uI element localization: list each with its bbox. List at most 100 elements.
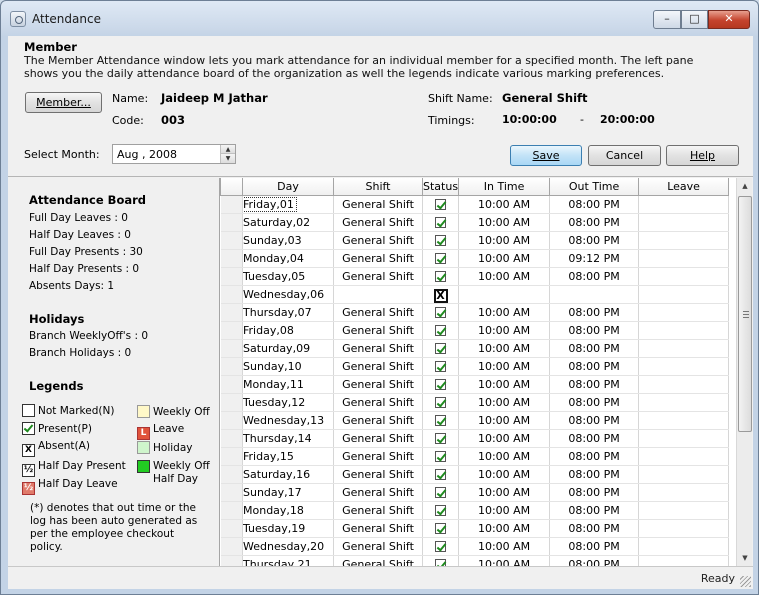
- present-checkbox[interactable]: [435, 306, 447, 318]
- row-header[interactable]: [220, 357, 243, 376]
- table-row[interactable]: Saturday,09 General Shift 10:00 AM 08:00 PM: [220, 339, 730, 358]
- day-cell[interactable]: Saturday,09: [242, 339, 334, 358]
- attendance-grid[interactable]: Day Shift Status In Time Out Time Leave …: [219, 178, 752, 567]
- shift-cell[interactable]: General Shift: [333, 195, 423, 214]
- table-row[interactable]: Sunday,17 General Shift 10:00 AM 08:00 PM: [220, 483, 730, 502]
- leave-cell[interactable]: [638, 519, 730, 538]
- leave-cell[interactable]: [638, 339, 730, 358]
- day-cell[interactable]: Monday,18: [242, 501, 334, 520]
- leave-cell[interactable]: [638, 231, 730, 250]
- leave-cell[interactable]: [638, 195, 730, 214]
- row-header[interactable]: [220, 483, 243, 502]
- status-cell[interactable]: [422, 447, 460, 466]
- out-time-cell[interactable]: 08:00 PM: [549, 321, 640, 340]
- leave-cell[interactable]: [638, 357, 730, 376]
- row-header[interactable]: [220, 249, 243, 268]
- status-cell[interactable]: [422, 519, 460, 538]
- in-time-cell[interactable]: 10:00 AM: [458, 249, 551, 268]
- status-cell[interactable]: [422, 303, 460, 322]
- day-cell[interactable]: Sunday,10: [242, 357, 334, 376]
- shift-cell[interactable]: General Shift: [333, 231, 423, 250]
- status-cell[interactable]: [422, 411, 460, 430]
- table-row[interactable]: Monday,11 General Shift 10:00 AM 08:00 PM: [220, 375, 730, 394]
- in-time-cell[interactable]: 10:00 AM: [458, 303, 551, 322]
- in-time-cell[interactable]: 10:00 AM: [458, 519, 551, 538]
- present-checkbox[interactable]: [435, 396, 447, 408]
- status-cell[interactable]: [422, 231, 460, 250]
- shift-cell[interactable]: General Shift: [333, 537, 423, 556]
- out-time-cell[interactable]: 08:00 PM: [549, 411, 640, 430]
- status-cell[interactable]: [422, 375, 460, 394]
- spin-up-icon[interactable]: ▲: [221, 145, 235, 154]
- in-time-cell[interactable]: 10:00 AM: [458, 213, 551, 232]
- table-row[interactable]: Wednesday,06 X: [220, 285, 730, 304]
- table-row[interactable]: Wednesday,20 General Shift 10:00 AM 08:00 P…: [220, 537, 730, 556]
- out-time-cell[interactable]: 08:00 PM: [549, 267, 640, 286]
- in-time-cell[interactable]: 10:00 AM: [458, 501, 551, 520]
- present-checkbox[interactable]: [435, 414, 447, 426]
- shift-cell[interactable]: General Shift: [333, 267, 423, 286]
- present-checkbox[interactable]: [435, 468, 447, 480]
- status-cell[interactable]: [422, 339, 460, 358]
- out-time-cell[interactable]: [549, 285, 640, 304]
- status-cell[interactable]: [422, 393, 460, 412]
- row-header[interactable]: [220, 285, 243, 304]
- maximize-button[interactable]: □: [681, 10, 708, 29]
- out-time-cell[interactable]: 09:12 PM: [549, 249, 640, 268]
- table-row[interactable]: Saturday,02 General Shift 10:00 AM 08:00 PM: [220, 213, 730, 232]
- leave-cell[interactable]: [638, 411, 730, 430]
- spin-down-icon[interactable]: ▼: [221, 154, 235, 163]
- shift-cell[interactable]: General Shift: [333, 411, 423, 430]
- member-button[interactable]: Member...: [25, 92, 102, 113]
- in-time-cell[interactable]: 10:00 AM: [458, 231, 551, 250]
- leave-cell[interactable]: [638, 375, 730, 394]
- row-header[interactable]: [220, 267, 243, 286]
- table-row[interactable]: Tuesday,19 General Shift 10:00 AM 08:00 PM: [220, 519, 730, 538]
- month-picker[interactable]: ▲ ▼: [112, 144, 236, 164]
- leave-cell[interactable]: [638, 501, 730, 520]
- in-time-cell[interactable]: 10:00 AM: [458, 195, 551, 214]
- day-cell[interactable]: Wednesday,06: [242, 285, 334, 304]
- shift-cell[interactable]: General Shift: [333, 303, 423, 322]
- day-cell[interactable]: Friday,08: [242, 321, 334, 340]
- in-time-cell[interactable]: 10:00 AM: [458, 429, 551, 448]
- out-time-cell[interactable]: 08:00 PM: [549, 537, 640, 556]
- row-header[interactable]: [220, 303, 243, 322]
- leave-cell[interactable]: [638, 285, 730, 304]
- out-time-cell[interactable]: 08:00 PM: [549, 195, 640, 214]
- table-row[interactable]: Friday,01 General Shift 10:00 AM 08:00 PM: [220, 195, 730, 214]
- table-row[interactable]: Sunday,03 General Shift 10:00 AM 08:00 PM: [220, 231, 730, 250]
- out-time-cell[interactable]: 08:00 PM: [549, 357, 640, 376]
- leave-cell[interactable]: [638, 447, 730, 466]
- month-spinner[interactable]: ▲ ▼: [220, 145, 235, 163]
- status-cell[interactable]: [422, 501, 460, 520]
- present-checkbox[interactable]: [435, 342, 447, 354]
- leave-cell[interactable]: [638, 303, 730, 322]
- row-header[interactable]: [220, 429, 243, 448]
- day-cell[interactable]: Tuesday,05: [242, 267, 334, 286]
- minimize-button[interactable]: –: [653, 10, 681, 29]
- shift-cell[interactable]: [333, 285, 423, 304]
- out-time-cell[interactable]: 08:00 PM: [549, 501, 640, 520]
- out-time-cell[interactable]: 08:00 PM: [549, 213, 640, 232]
- status-cell[interactable]: [422, 249, 460, 268]
- day-cell[interactable]: Sunday,03: [242, 231, 334, 250]
- leave-cell[interactable]: [638, 249, 730, 268]
- out-time-cell[interactable]: 08:00 PM: [549, 447, 640, 466]
- table-row[interactable]: Thursday,07 General Shift 10:00 AM 08:00 PM: [220, 303, 730, 322]
- status-cell[interactable]: [422, 267, 460, 286]
- column-out-time[interactable]: Out Time: [549, 178, 640, 196]
- row-header[interactable]: [220, 375, 243, 394]
- table-row[interactable]: Monday,04 General Shift 10:00 AM 09:12 PM: [220, 249, 730, 268]
- row-header[interactable]: [220, 411, 243, 430]
- in-time-cell[interactable]: 10:00 AM: [458, 411, 551, 430]
- shift-cell[interactable]: General Shift: [333, 339, 423, 358]
- present-checkbox[interactable]: [435, 234, 447, 246]
- in-time-cell[interactable]: 10:00 AM: [458, 267, 551, 286]
- leave-cell[interactable]: [638, 321, 730, 340]
- day-cell[interactable]: Thursday,07: [242, 303, 334, 322]
- table-row[interactable]: Monday,18 General Shift 10:00 AM 08:00 PM: [220, 501, 730, 520]
- present-checkbox[interactable]: [435, 198, 447, 210]
- cancel-button[interactable]: Cancel: [588, 145, 661, 166]
- present-checkbox[interactable]: [435, 324, 447, 336]
